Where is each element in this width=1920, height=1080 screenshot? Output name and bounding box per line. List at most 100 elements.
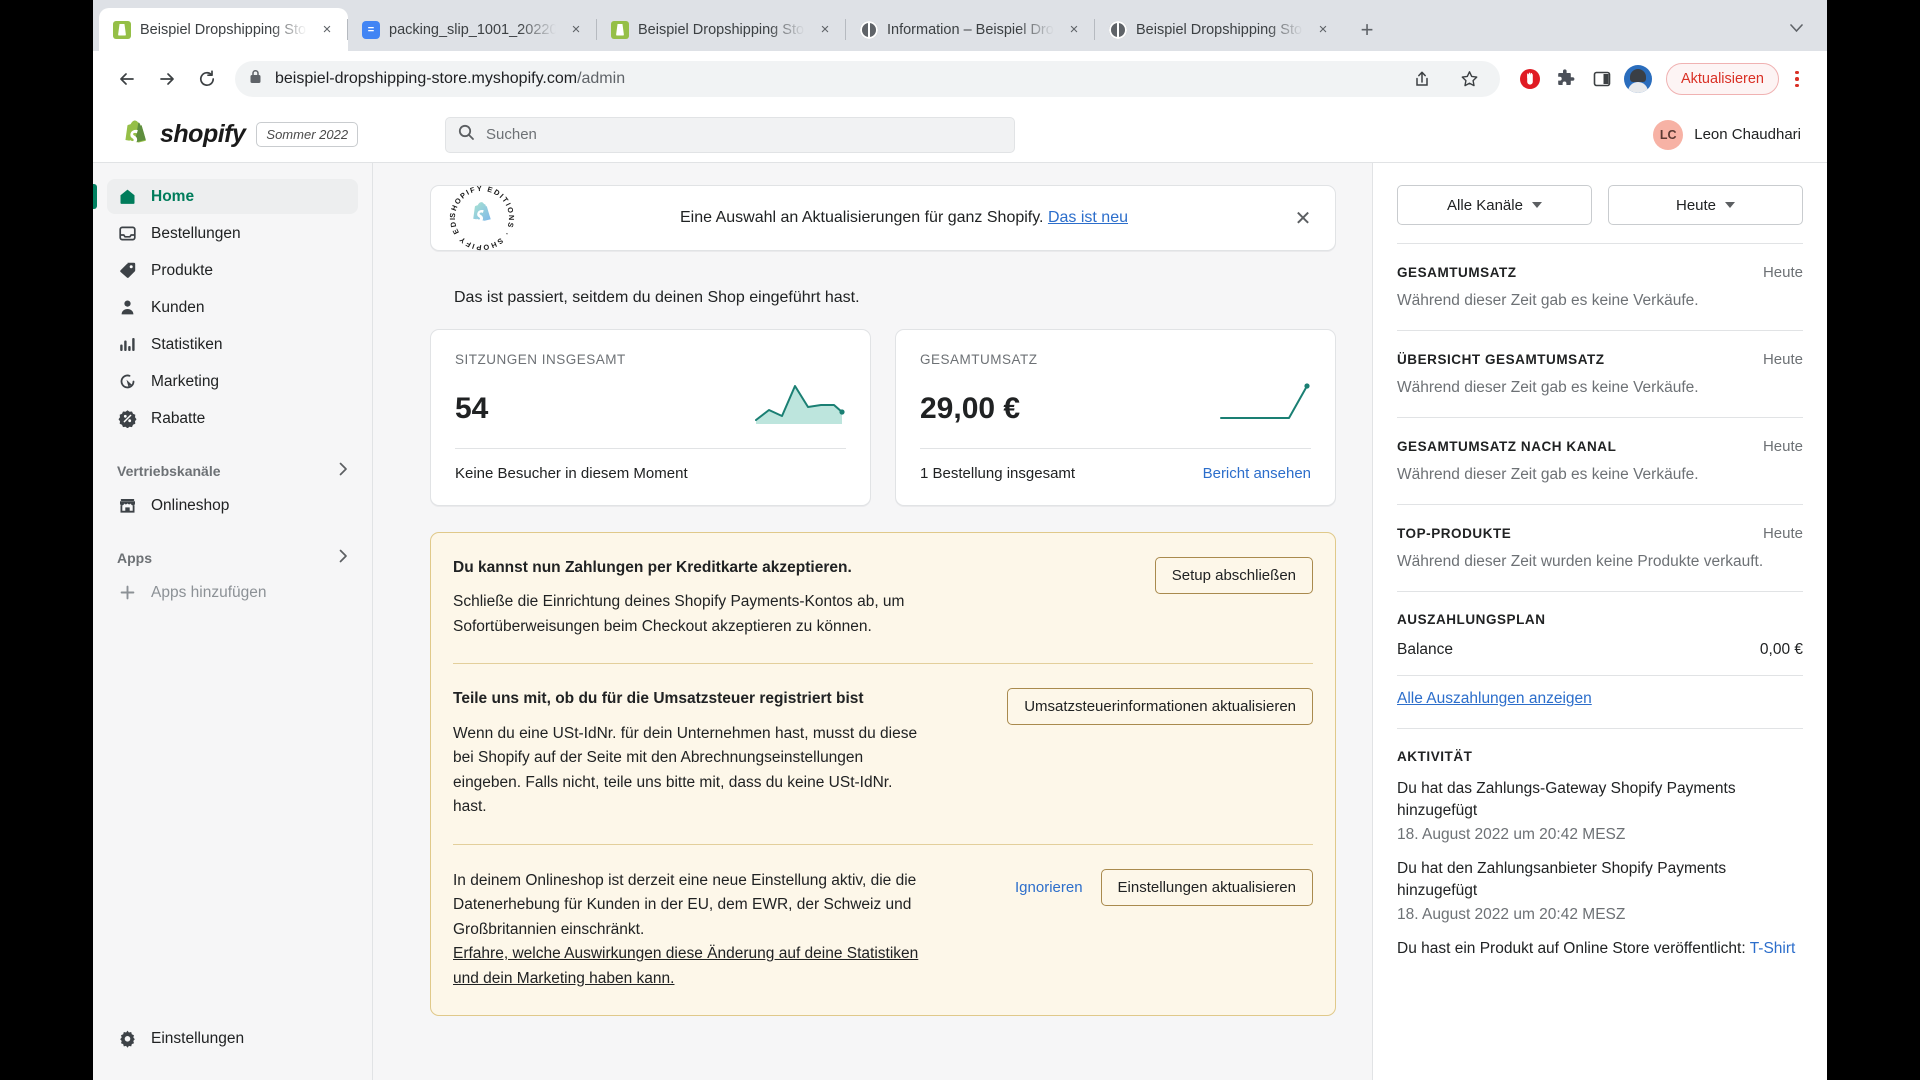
activity-product-link[interactable]: T-Shirt [1750, 940, 1796, 957]
sidebar-item-label: Marketing [151, 372, 220, 390]
sidebar-item-label: Home [151, 187, 195, 205]
close-icon[interactable]: × [814, 19, 836, 41]
sidebar-section-channels[interactable]: Vertriebskanäle [107, 454, 358, 488]
discount-percent-icon [117, 409, 137, 429]
products-tag-icon [117, 261, 137, 281]
update-button[interactable]: Aktualisieren [1665, 63, 1779, 95]
side-panel-icon[interactable] [1586, 63, 1618, 95]
browser-tab[interactable]: Information – Beispiel Dropship × [845, 8, 1095, 51]
screen: Beispiel Dropshipping Store · H × packin… [0, 0, 1920, 1080]
setup-title: Teile uns mit, ob du für die Umsatzsteue… [453, 690, 864, 708]
announcement-banner: SHOPIFY EDITIONS · SHOPIFY EDITIONS · Ei… [430, 174, 1336, 252]
shopify-favicon [611, 20, 629, 39]
user-menu[interactable]: LC Leon Chaudhari [1653, 119, 1801, 150]
panel-block-sales-by-channel: GESAMTUMSATZ NACH KANAL Heute Während di… [1397, 417, 1803, 504]
sidebar-item-marketing[interactable]: Marketing [107, 364, 358, 399]
sidebar-item-label: Bestellungen [151, 224, 241, 242]
sidebar-item-label: Rabatte [151, 409, 206, 427]
block-empty-text: Während dieser Zeit wurden keine Produkt… [1397, 553, 1764, 570]
setup-row-privacy: In deinem Onlineshop ist derzeit eine ne… [453, 843, 1313, 1015]
ignore-link[interactable]: Ignorieren [1015, 879, 1083, 896]
gear-icon [117, 1029, 137, 1049]
setup-description: Wenn du eine USt-IdNr. für dein Unterneh… [453, 724, 918, 816]
sidebar-item-kunden[interactable]: Kunden [107, 290, 358, 325]
announcement-link[interactable]: Das ist neu [1048, 209, 1128, 226]
adblock-icon[interactable] [1514, 63, 1546, 95]
bookmark-star-icon[interactable] [1454, 63, 1486, 95]
panel-block-total-sales: GESAMTUMSATZ Heute Während dieser Zeit g… [1397, 243, 1803, 330]
chevron-right-icon[interactable] [339, 462, 348, 480]
close-icon[interactable]: × [1063, 19, 1085, 41]
sidebar-item-label: Kunden [151, 298, 205, 316]
setup-description-link[interactable]: Erfahre, welche Auswirkungen diese Änder… [453, 945, 918, 986]
sidebar-item-rabatte[interactable]: Rabatte [107, 401, 358, 436]
tab-title: Beispiel Dropshipping Store · H [140, 21, 307, 38]
close-icon[interactable]: × [1312, 19, 1334, 41]
panel-block-top-products: TOP-PRODUKTE Heute Während dieser Zeit w… [1397, 504, 1803, 591]
user-name: Leon Chaudhari [1694, 126, 1801, 143]
update-vat-info-button[interactable]: Umsatzsteuerinformationen aktualisieren [1007, 688, 1313, 726]
browser-tab[interactable]: Beispiel Dropshipping Store × [1094, 8, 1344, 51]
tab-search-chevron-down-icon[interactable] [1779, 11, 1813, 45]
extensions-icon[interactable] [1550, 63, 1582, 95]
tab-title: packing_slip_1001_20220818T [389, 21, 556, 38]
revenue-sparkline-chart [1220, 383, 1310, 419]
block-title: GESAMTUMSATZ [1397, 265, 1517, 280]
sidebar-item-produkte[interactable]: Produkte [107, 253, 358, 288]
block-title: GESAMTUMSATZ NACH KANAL [1397, 439, 1617, 454]
activity-text: Du hast ein Produkt auf Online Store ver… [1397, 940, 1796, 957]
insights-panel: Alle Kanäle Heute GESAMTUMSATZ Heute Wäh… [1372, 163, 1827, 1080]
balance-value: 0,00 € [1759, 641, 1803, 658]
home-icon [117, 187, 137, 207]
close-icon[interactable]: × [565, 19, 587, 41]
channel-filter-label: Alle Kanäle [1447, 196, 1523, 214]
sidebar-item-home[interactable]: Home [93, 179, 358, 214]
browser-menu-button[interactable] [1783, 61, 1811, 97]
channel-filter-select[interactable]: Alle Kanäle [1397, 185, 1592, 225]
block-empty-text: Während dieser Zeit gab es keine Verkäuf… [1397, 379, 1699, 396]
close-icon[interactable]: ✕ [1289, 206, 1317, 231]
search-input[interactable]: Suchen [445, 116, 1015, 153]
chevron-down-icon [1725, 202, 1736, 208]
sidebar-section-apps[interactable]: Apps [107, 541, 358, 575]
browser-tab[interactable]: Beispiel Dropshipping Store · V × [596, 8, 846, 51]
stat-card-sessions: SITZUNGEN INSGESAMT 54 Keine Besucher in… [430, 329, 871, 506]
shopify-logo[interactable]: shopify Sommer 2022 [119, 119, 399, 151]
activity-text: Du hat das Zahlungs-Gateway Shopify Paym… [1397, 780, 1736, 819]
marketing-target-icon [117, 372, 137, 392]
setup-row-vat: Teile uns mit, ob du für die Umsatzsteue… [453, 663, 1313, 843]
view-report-link[interactable]: Bericht ansehen [1203, 465, 1311, 482]
tab-strip: Beispiel Dropshipping Store · H × packin… [93, 0, 1827, 51]
activity-time: 18. August 2022 um 20:42 MESZ [1397, 906, 1626, 923]
back-button[interactable] [109, 61, 145, 97]
stat-card-revenue: GESAMTUMSATZ 29,00 € 1 Bestellung insges… [895, 329, 1336, 506]
forward-button[interactable] [149, 61, 185, 97]
user-avatar: LC [1653, 119, 1684, 150]
browser-tab[interactable]: Beispiel Dropshipping Store · H × [99, 8, 348, 51]
profile-avatar[interactable] [1622, 63, 1654, 95]
view-all-payouts-link[interactable]: Alle Auszahlungen anzeigen [1397, 690, 1592, 708]
close-icon[interactable]: × [316, 19, 338, 41]
sidebar-item-einstellungen[interactable]: Einstellungen [107, 1021, 358, 1056]
reload-button[interactable] [189, 61, 225, 97]
sidebar-item-onlineshop[interactable]: Onlineshop [107, 488, 358, 523]
search-icon [458, 124, 475, 146]
sessions-sparkline-chart [755, 385, 845, 424]
share-icon[interactable] [1406, 63, 1438, 95]
sidebar-item-bestellungen[interactable]: Bestellungen [107, 216, 358, 251]
update-settings-button[interactable]: Einstellungen aktualisieren [1100, 868, 1313, 906]
tab-title: Information – Beispiel Dropship [887, 21, 1054, 38]
block-timeframe: Heute [1762, 438, 1803, 455]
sidebar-item-statistiken[interactable]: Statistiken [107, 327, 358, 362]
browser-tab[interactable]: packing_slip_1001_20220818T × [347, 8, 597, 51]
address-bar[interactable]: beispiel-dropshipping-store.myshopify.co… [235, 61, 1500, 97]
sidebar-section-label: Apps [117, 550, 152, 566]
block-timeframe: Heute [1762, 351, 1803, 368]
chevron-right-icon[interactable] [339, 549, 348, 567]
complete-setup-button[interactable]: Setup abschließen [1154, 557, 1313, 594]
new-tab-button[interactable]: + [1350, 13, 1384, 47]
sidebar-item-add-apps[interactable]: Apps hinzufügen [107, 575, 358, 610]
block-timeframe: Heute [1762, 525, 1803, 542]
main-content: SHOPIFY EDITIONS · SHOPIFY EDITIONS · Ei… [373, 163, 1372, 1080]
date-filter-select[interactable]: Heute [1608, 185, 1803, 225]
